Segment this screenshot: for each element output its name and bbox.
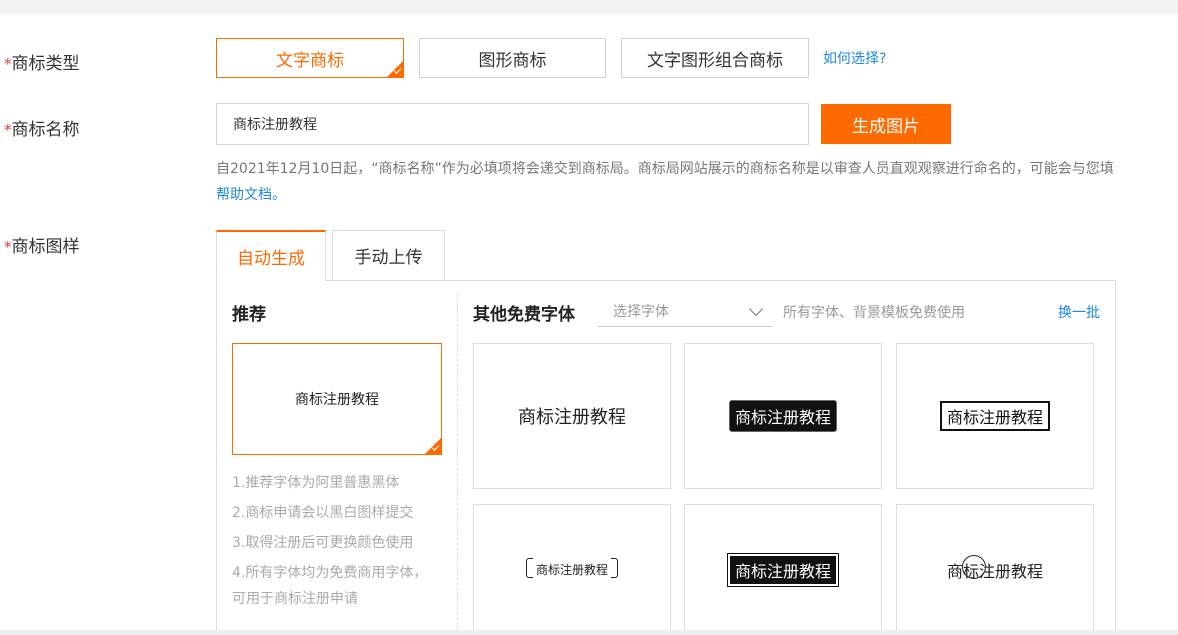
sample-label: *商标图样	[4, 237, 80, 257]
selected-check-icon	[387, 61, 403, 77]
name-label: *商标名称	[4, 120, 80, 140]
font-sample-card-5[interactable]: 商标注册教程	[684, 504, 882, 635]
type-option-text[interactable]: 文字商标	[216, 38, 404, 78]
type-option-graphic[interactable]: 图形商标	[419, 38, 606, 78]
how-to-choose-link[interactable]: 如何选择?	[823, 48, 886, 68]
panel-divider	[457, 294, 458, 630]
bottom-bar	[0, 630, 1178, 635]
type-label: *商标类型	[4, 54, 80, 74]
notice-text: 自2021年12月10日起，“商标名称”作为必填项将会递交到商标局。商标局网站展…	[216, 161, 1114, 177]
tip-4-cont: 可用于商标注册申请	[232, 591, 358, 607]
other-fonts-title: 其他免费字体	[473, 305, 575, 325]
type-option-combined[interactable]: 文字图形组合商标	[621, 38, 809, 78]
font-select[interactable]: 选择字体	[598, 296, 773, 327]
chevron-down-icon	[748, 301, 764, 317]
tip-1: 1.推荐字体为阿里普惠黑体	[232, 475, 400, 491]
font-sample-card-3[interactable]: 商标注册教程	[896, 343, 1094, 489]
tip-4: 4.所有字体均为免费商用字体，	[232, 565, 428, 581]
selected-check-icon	[425, 438, 441, 454]
font-sample-card-6[interactable]: 商标注册教程	[896, 504, 1094, 635]
top-bar	[0, 0, 1178, 14]
help-doc-link[interactable]: 帮助文档。	[216, 184, 286, 204]
tab-auto-generate[interactable]: 自动生成	[216, 230, 326, 281]
generate-image-button[interactable]: 生成图片	[821, 104, 951, 144]
ring-decoration	[961, 554, 986, 579]
font-sample-card-4[interactable]: 商标注册教程	[473, 504, 671, 635]
recommend-title: 推荐	[232, 305, 266, 325]
recommended-sample-card[interactable]: 商标注册教程	[232, 343, 442, 455]
free-use-note: 所有字体、背景模板免费使用	[783, 305, 965, 321]
font-sample-card-2[interactable]: 商标注册教程	[684, 343, 882, 489]
font-sample-card-1[interactable]: 商标注册教程	[473, 343, 671, 489]
trademark-name-input[interactable]	[216, 103, 809, 145]
tab-manual-upload[interactable]: 手动上传	[332, 230, 445, 280]
refresh-batch-link[interactable]: 换一批	[1058, 302, 1100, 322]
tip-3: 3.取得注册后可更换颜色使用	[232, 535, 414, 551]
tip-2: 2.商标申请会以黑白图样提交	[232, 505, 414, 521]
